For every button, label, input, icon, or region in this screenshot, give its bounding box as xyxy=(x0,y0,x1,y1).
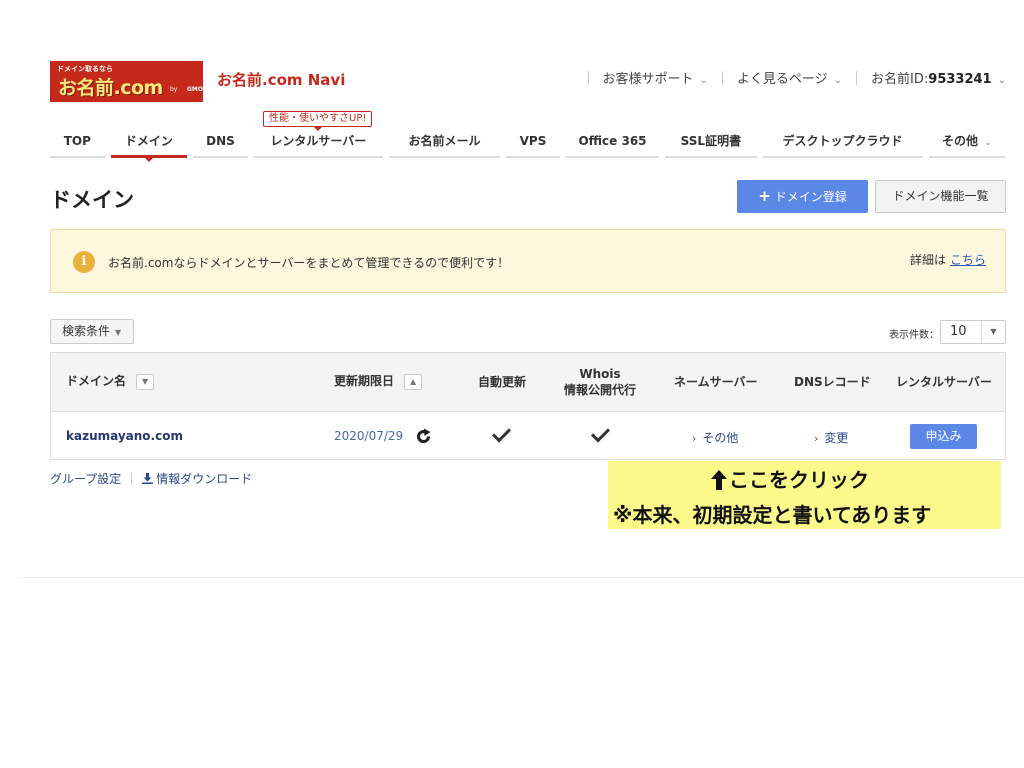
divider xyxy=(131,472,133,485)
tab-label: お名前メール xyxy=(408,134,481,148)
search-conditions-label: 検索条件 xyxy=(62,324,111,338)
group-settings-link[interactable]: グループ設定 xyxy=(50,470,121,487)
chevron-down-icon: ⌄ xyxy=(833,75,843,86)
tab-label: Office 365 xyxy=(578,134,647,148)
nameserver-label: その他 xyxy=(702,431,739,445)
arrow-up-icon xyxy=(711,470,727,490)
domain-link[interactable]: kazumayano.com xyxy=(66,429,183,443)
col-whois-line2: 情報公開代行 xyxy=(564,383,637,397)
promo-badge: 性能・使いやすさUP! xyxy=(263,111,373,131)
chevron-right-icon: › xyxy=(692,432,697,445)
info-notice: i お名前.comならドメインとサーバーをまとめて管理できるので便利です！ 詳細… xyxy=(50,229,1006,293)
col-whois-line1: Whois xyxy=(579,367,621,381)
tab-label: DNS xyxy=(206,134,235,148)
col-expiry-label: 更新期限日 xyxy=(334,374,395,388)
annotation-line2: ※本来、初期設定と書いてあります xyxy=(613,503,932,527)
tab-vps[interactable]: VPS xyxy=(506,128,560,158)
support-label: お客様サポート xyxy=(602,72,694,87)
faq-label: よく見るページ xyxy=(736,72,828,87)
divider xyxy=(856,70,858,85)
chevron-down-icon: ⌄ xyxy=(699,75,708,86)
support-menu[interactable]: お客様サポート ⌄ xyxy=(603,68,708,87)
auto-renew-check-icon xyxy=(491,423,512,443)
col-domain: ドメイン名 ▼ xyxy=(66,373,155,390)
dns-record-link[interactable]: › 変更 xyxy=(814,429,848,446)
page-title: ドメイン xyxy=(50,188,134,212)
tab-ssl[interactable]: SSL証明書 xyxy=(665,128,757,158)
sort-asc-icon[interactable]: ▲ xyxy=(404,373,423,390)
col-whois: Whois 情報公開代行 xyxy=(564,366,636,398)
notice-message: お名前.comならドメインとサーバーをまとめて管理できるので便利です！ xyxy=(108,256,510,270)
table-footer-links: グループ設定 情報ダウンロード xyxy=(50,470,252,487)
tab-top[interactable]: TOP xyxy=(50,128,105,158)
logo-gmo: GMO xyxy=(187,86,203,93)
header-links: お客様サポート ⌄ よく見るページ ⌄ お名前ID:9533241 ⌄ xyxy=(574,68,1006,87)
tab-label: ドメイン xyxy=(124,134,173,148)
col-expiry: 更新期限日 ▲ xyxy=(334,373,423,390)
col-nameserver: ネームサーバー xyxy=(674,375,758,389)
tab-office365[interactable]: Office 365 xyxy=(565,128,660,158)
register-domain-button[interactable]: + ドメイン登録 xyxy=(737,180,868,213)
download-link[interactable]: 情報ダウンロード xyxy=(142,470,252,487)
account-id-value: 9533241 xyxy=(928,72,992,87)
tab-other[interactable]: その他 ⌄ xyxy=(928,128,1005,158)
details-link[interactable]: こちら xyxy=(950,253,986,267)
notice-details: 詳細は こちら xyxy=(910,251,986,268)
apply-rental-server-button[interactable]: 申込み xyxy=(910,424,977,449)
logo-text: お名前.com xyxy=(58,77,163,99)
col-auto-renew: 自動更新 xyxy=(478,375,527,389)
divider xyxy=(721,70,723,85)
col-rental-server: レンタルサーバー xyxy=(896,375,992,389)
per-page-select[interactable]: 10 ▼ xyxy=(940,320,1006,344)
per-page-value: 10 xyxy=(950,324,967,339)
main-nav: TOP ドメイン DNS レンタルサーバー お名前メール VPS Office … xyxy=(50,128,1005,162)
account-id-label: お名前ID: xyxy=(871,72,929,87)
logo-by: by xyxy=(170,86,178,93)
chevron-down-icon: ⌄ xyxy=(997,75,1006,86)
tab-label: デスクトップクラウド xyxy=(782,134,903,148)
col-domain-label: ドメイン名 xyxy=(66,374,127,388)
app-title: お名前.com Navi xyxy=(217,71,346,89)
dns-record-label: 変更 xyxy=(824,431,849,445)
chevron-down-icon: ⌄ xyxy=(983,138,992,148)
onamae-logo[interactable]: ドメイン取るなら お名前.com by GMO xyxy=(50,61,203,102)
tab-label: レンタルサーバー xyxy=(270,134,367,148)
download-label: 情報ダウンロード xyxy=(156,472,253,486)
plus-icon: + xyxy=(758,187,771,205)
account-menu[interactable]: お名前ID:9533241 ⌄ xyxy=(871,68,1006,87)
annotation-line1-text: ここをクリック xyxy=(729,468,869,492)
info-icon: i xyxy=(73,251,95,273)
tab-label: VPS xyxy=(519,134,547,148)
chevron-right-icon: › xyxy=(814,432,819,445)
whois-check-icon xyxy=(590,423,611,443)
register-label: ドメイン登録 xyxy=(774,190,847,204)
tab-domain[interactable]: ドメイン xyxy=(110,128,188,162)
tab-onamae-mail[interactable]: お名前メール xyxy=(388,128,501,158)
expiry-date: 2020/07/29 xyxy=(334,429,404,443)
sort-dropdown-icon[interactable]: ▼ xyxy=(136,373,155,390)
divider xyxy=(587,70,589,85)
caret-down-icon: ▼ xyxy=(115,328,122,337)
tab-dns[interactable]: DNS xyxy=(193,128,248,158)
details-label: 詳細は xyxy=(909,253,946,267)
per-page-label: 表示件数： xyxy=(889,330,939,341)
tab-label: その他 xyxy=(941,134,978,148)
annotation-callout: ここをクリック ※本来、初期設定と書いてあります xyxy=(608,461,1001,529)
tab-rental-server[interactable]: レンタルサーバー xyxy=(253,128,383,158)
caret-down-icon: ▼ xyxy=(981,321,1005,343)
annotation-line1: ここをクリック xyxy=(711,464,869,493)
download-icon xyxy=(142,473,154,484)
col-dns-record: DNSレコード xyxy=(794,375,871,389)
nameserver-link[interactable]: › その他 xyxy=(692,429,738,446)
domain-table: ドメイン名 ▼ 更新期限日 ▲ 自動更新 Whois 情報公開代行 ネームサーバー D… xyxy=(50,352,1006,460)
page-divider xyxy=(20,577,1024,578)
tab-label: TOP xyxy=(63,134,91,148)
table-header: ドメイン名 ▼ 更新期限日 ▲ 自動更新 Whois 情報公開代行 ネームサーバー D… xyxy=(51,353,1005,412)
search-conditions-dropdown[interactable]: 検索条件 ▼ xyxy=(50,319,134,344)
faq-menu[interactable]: よく見るページ ⌄ xyxy=(737,68,842,87)
tab-desktop-cloud[interactable]: デスクトップクラウド xyxy=(762,128,923,158)
tab-label: SSL証明書 xyxy=(680,134,742,148)
refresh-icon xyxy=(417,428,431,444)
domain-features-button[interactable]: ドメイン機能一覧 xyxy=(875,180,1006,213)
